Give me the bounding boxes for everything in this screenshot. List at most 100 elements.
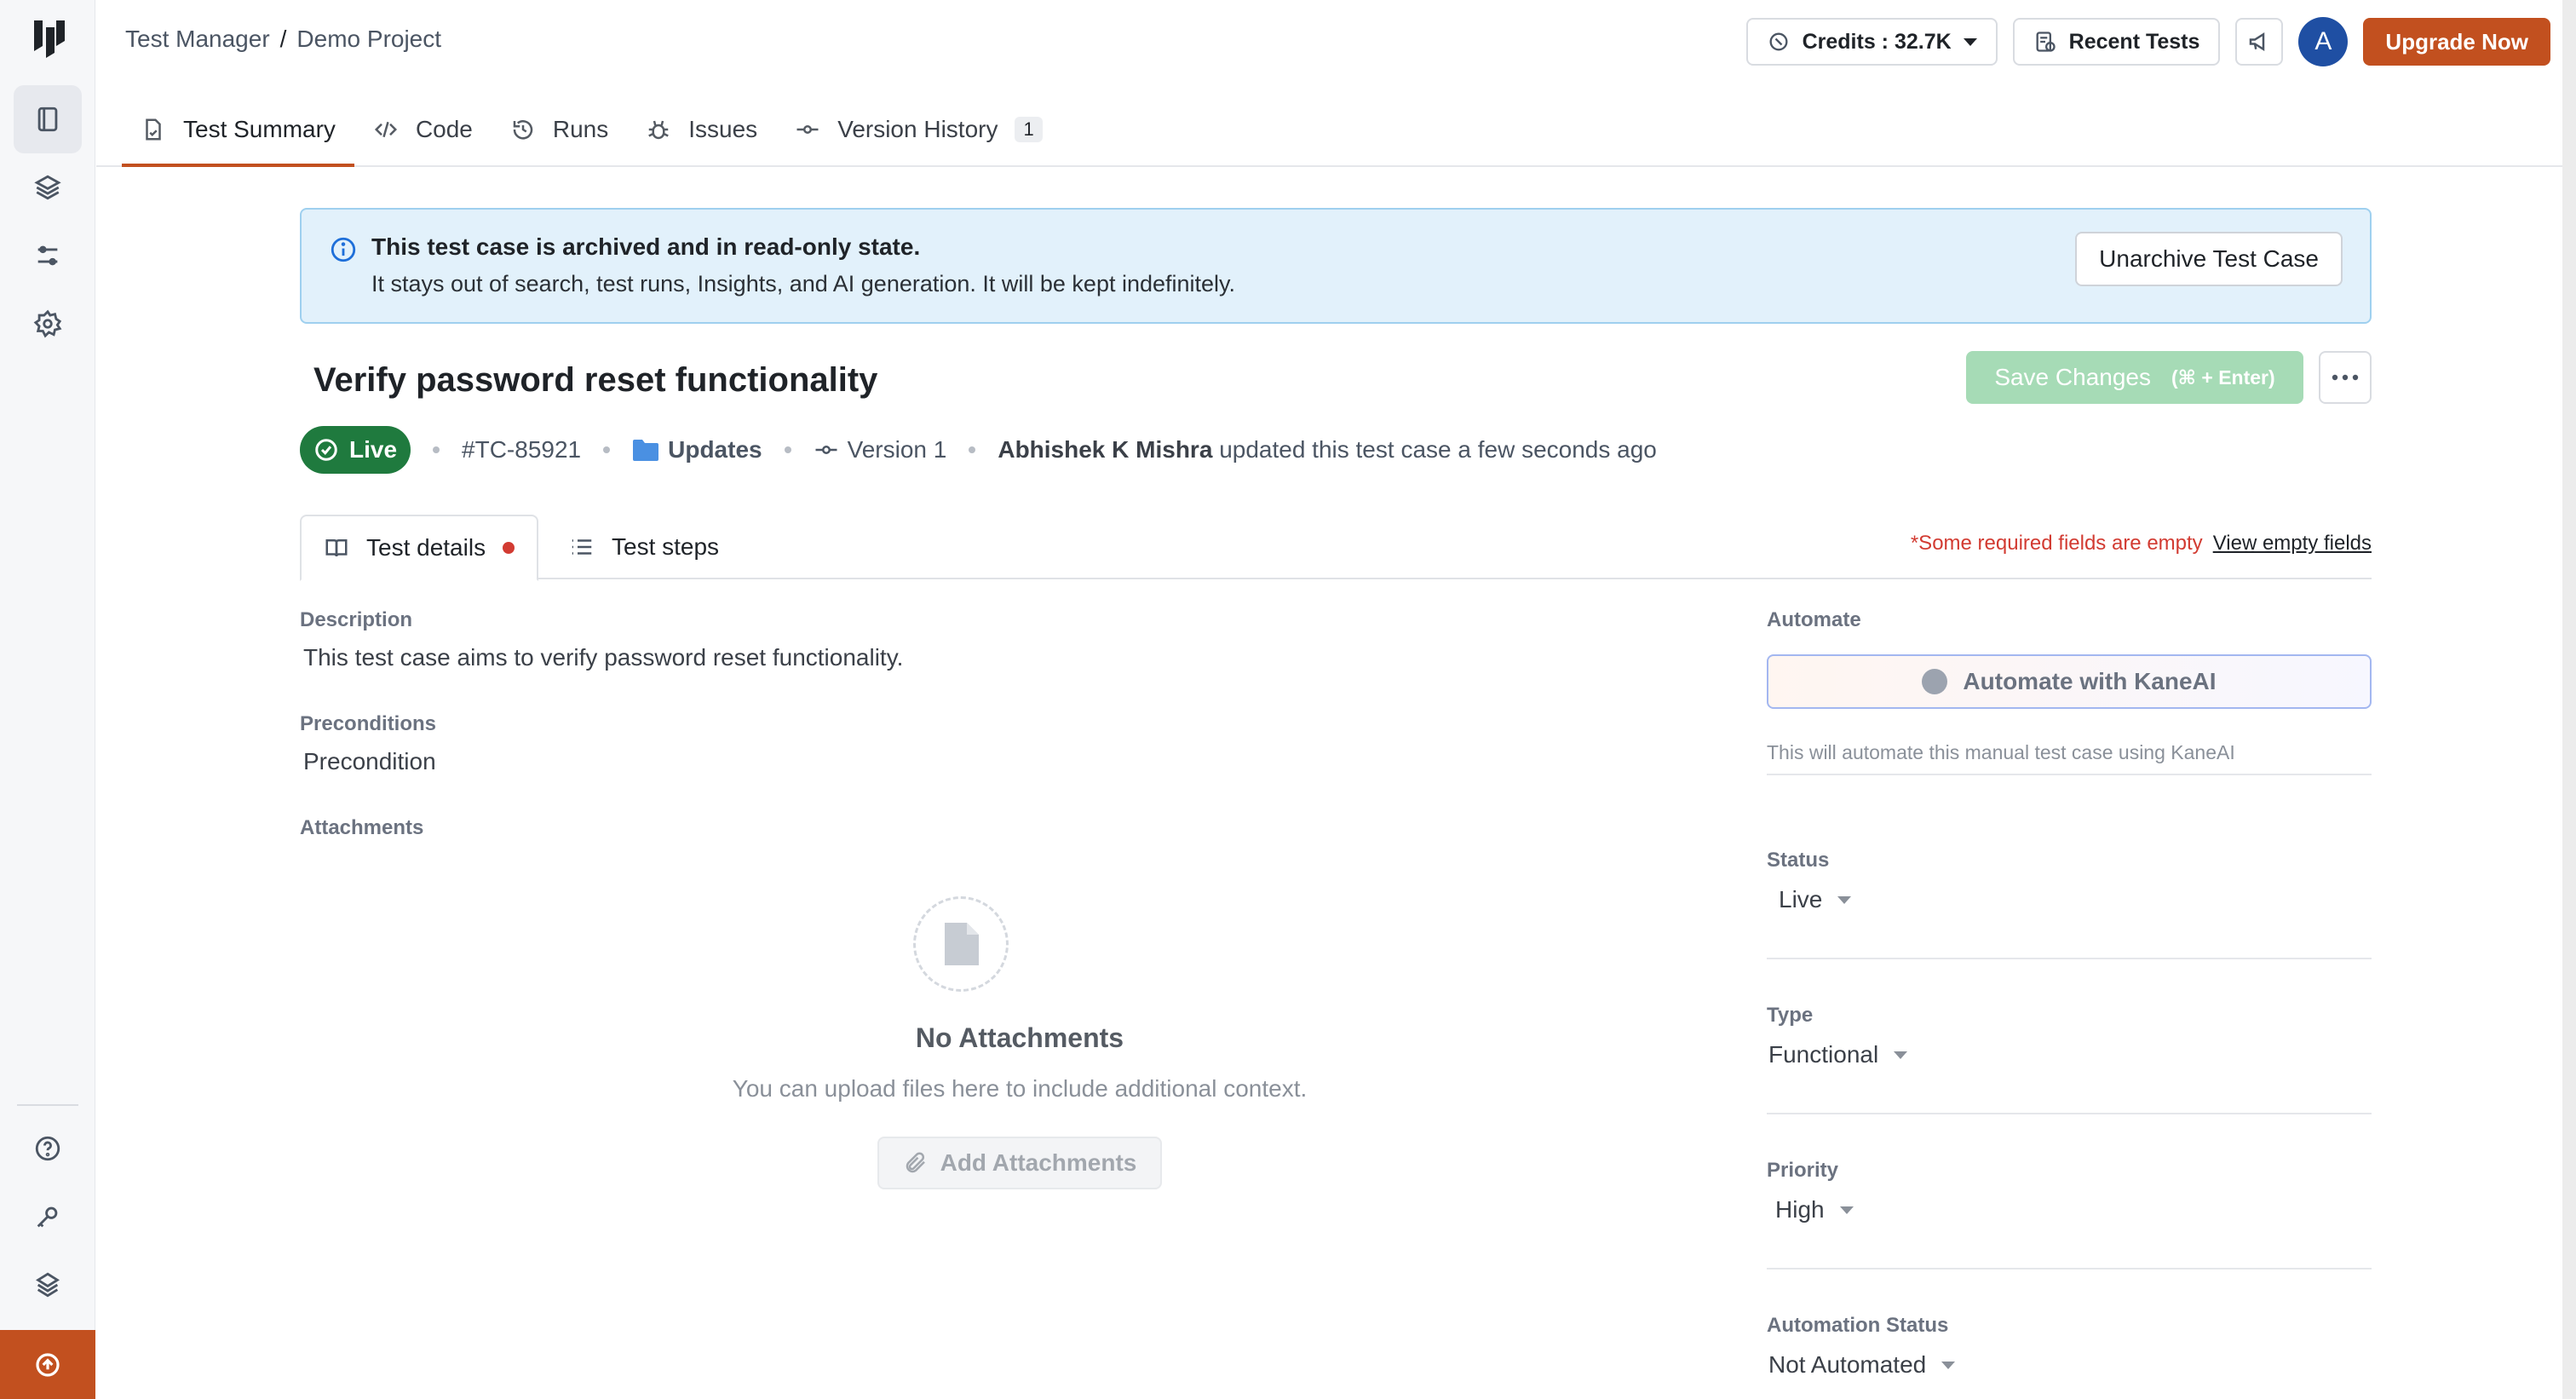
empty-attachments-illustration bbox=[913, 896, 1009, 992]
priority-dropdown[interactable]: High bbox=[1775, 1196, 1854, 1223]
automation-status-dropdown[interactable]: Not Automated bbox=[1768, 1351, 1956, 1379]
meta-separator bbox=[603, 446, 611, 453]
layers-icon bbox=[34, 175, 61, 200]
recent-tests-button[interactable]: Recent Tests bbox=[2012, 18, 2221, 66]
preconditions-label: Preconditions bbox=[300, 712, 437, 735]
required-warning: *Some required fields are empty bbox=[1910, 532, 2203, 555]
folder-name: Updates bbox=[668, 436, 762, 463]
announcements-button[interactable] bbox=[2235, 18, 2284, 66]
divider bbox=[1767, 774, 2372, 775]
commit-icon bbox=[815, 446, 837, 454]
sidebar-item-keys[interactable] bbox=[14, 1183, 82, 1251]
tab-label: Code bbox=[415, 116, 473, 142]
gear-icon bbox=[33, 309, 62, 338]
detail-subtabs: Test details Test steps *Some required f… bbox=[300, 515, 2372, 581]
breadcrumb-separator: / bbox=[279, 26, 287, 52]
credits-icon bbox=[1769, 32, 1788, 51]
version-info: Version 1 bbox=[814, 436, 947, 463]
meta-separator bbox=[969, 446, 976, 453]
add-attachments-button[interactable]: Add Attachments bbox=[877, 1137, 1162, 1189]
status-label: Status bbox=[1767, 849, 1830, 872]
sidebar-item-test-manager[interactable] bbox=[14, 85, 82, 153]
check-circle-icon bbox=[315, 439, 337, 461]
history-icon bbox=[513, 120, 533, 140]
description-label: Description bbox=[300, 608, 413, 631]
bug-icon bbox=[648, 120, 670, 140]
help-icon bbox=[35, 1136, 60, 1161]
recent-tests-label: Recent Tests bbox=[2068, 29, 2200, 54]
type-dropdown[interactable]: Functional bbox=[1768, 1041, 1908, 1068]
info-icon bbox=[331, 237, 356, 262]
status-dropdown[interactable]: Live bbox=[1779, 886, 1852, 913]
breadcrumb-item[interactable]: Test Manager bbox=[125, 26, 270, 53]
sidebar-footer-button[interactable] bbox=[0, 1330, 95, 1399]
updated-text: updated this test case a few seconds ago bbox=[1219, 436, 1657, 463]
folder-link[interactable]: Updates bbox=[632, 436, 762, 463]
tab-runs[interactable]: Runs bbox=[492, 94, 627, 165]
divider bbox=[1767, 1268, 2372, 1269]
subtab-test-steps[interactable]: Test steps bbox=[547, 515, 741, 579]
kaneai-icon bbox=[1922, 669, 1948, 694]
more-options-button[interactable] bbox=[2319, 351, 2372, 404]
test-case-meta: Live #TC-85921 Updates Version 1 Abhishe… bbox=[300, 426, 1657, 474]
code-icon bbox=[374, 121, 397, 138]
unarchive-button[interactable]: Unarchive Test Case bbox=[2075, 232, 2343, 286]
sidebar-item-filters[interactable] bbox=[14, 222, 82, 290]
description-value[interactable]: This test case aims to verify password r… bbox=[303, 644, 903, 671]
left-sidebar bbox=[0, 0, 95, 1399]
top-bar: Test Manager / Demo Project Credits : 32… bbox=[96, 0, 2576, 167]
upgrade-button[interactable]: Upgrade Now bbox=[2363, 18, 2550, 66]
status-badge: Live bbox=[300, 426, 411, 474]
page-tabs: Test Summary Code Runs Issues Version Hi… bbox=[122, 94, 1061, 167]
page-scrollbar[interactable] bbox=[2562, 0, 2576, 1399]
breadcrumb: Test Manager / Demo Project bbox=[125, 26, 441, 53]
save-shortcut: (⌘ + Enter) bbox=[2171, 366, 2275, 389]
avatar[interactable]: A bbox=[2298, 17, 2349, 66]
sidebar-item-integrations[interactable] bbox=[14, 1251, 82, 1319]
automate-with-kaneai-button[interactable]: Automate with KaneAI bbox=[1767, 654, 2372, 709]
subtab-test-details[interactable]: Test details bbox=[300, 515, 539, 581]
version-label: Version 1 bbox=[847, 436, 947, 463]
tab-label: Version History bbox=[837, 116, 998, 142]
key-icon bbox=[37, 1206, 58, 1228]
credits-label: Credits : 32.7K bbox=[1802, 29, 1952, 54]
sidebar-item-layers[interactable] bbox=[14, 153, 82, 222]
save-changes-button[interactable]: Save Changes (⌘ + Enter) bbox=[1966, 351, 2303, 404]
add-attachments-label: Add Attachments bbox=[940, 1149, 1137, 1176]
book-icon bbox=[37, 107, 58, 132]
chevron-down-icon bbox=[1963, 37, 1977, 46]
tab-issues[interactable]: Issues bbox=[627, 94, 776, 165]
folder-icon bbox=[633, 440, 659, 461]
lambdatest-logo[interactable] bbox=[31, 20, 66, 60]
chevron-down-icon bbox=[1837, 895, 1852, 904]
credits-dropdown[interactable]: Credits : 32.7K bbox=[1745, 18, 1998, 66]
sidebar-item-settings[interactable] bbox=[14, 290, 82, 358]
tab-version-history[interactable]: Version History 1 bbox=[776, 94, 1061, 165]
test-case-id: #TC-85921 bbox=[462, 436, 582, 463]
banner-description: It stays out of search, test runs, Insig… bbox=[371, 271, 1236, 296]
chevron-down-icon bbox=[1894, 1051, 1908, 1059]
automation-status-value: Not Automated bbox=[1768, 1351, 1927, 1378]
arrow-up-circle-icon bbox=[36, 1352, 60, 1377]
tab-test-summary[interactable]: Test Summary bbox=[122, 94, 354, 167]
more-horizontal-icon bbox=[2332, 374, 2359, 381]
sliders-icon bbox=[37, 245, 58, 266]
sidebar-item-help[interactable] bbox=[14, 1114, 82, 1183]
error-dot bbox=[503, 542, 515, 554]
commit-icon bbox=[796, 125, 819, 134]
view-empty-fields-link[interactable]: View empty fields bbox=[2213, 532, 2372, 556]
save-label: Save Changes bbox=[1994, 364, 2151, 390]
megaphone-icon bbox=[2250, 32, 2265, 52]
no-attachments-description: You can upload files here to include add… bbox=[732, 1075, 1308, 1102]
tab-code[interactable]: Code bbox=[354, 94, 492, 165]
open-book-icon bbox=[325, 539, 348, 557]
automation-status-label: Automation Status bbox=[1767, 1314, 1949, 1337]
status-value: Live bbox=[1779, 886, 1823, 913]
preconditions-value[interactable]: Precondition bbox=[303, 748, 436, 775]
no-attachments-title: No Attachments bbox=[915, 1022, 1124, 1053]
list-icon bbox=[572, 539, 592, 555]
breadcrumb-item[interactable]: Demo Project bbox=[296, 26, 441, 53]
archived-banner: This test case is archived and in read-o… bbox=[300, 208, 2372, 324]
subtab-label: Test details bbox=[366, 534, 486, 561]
tab-label: Test Summary bbox=[183, 116, 336, 142]
